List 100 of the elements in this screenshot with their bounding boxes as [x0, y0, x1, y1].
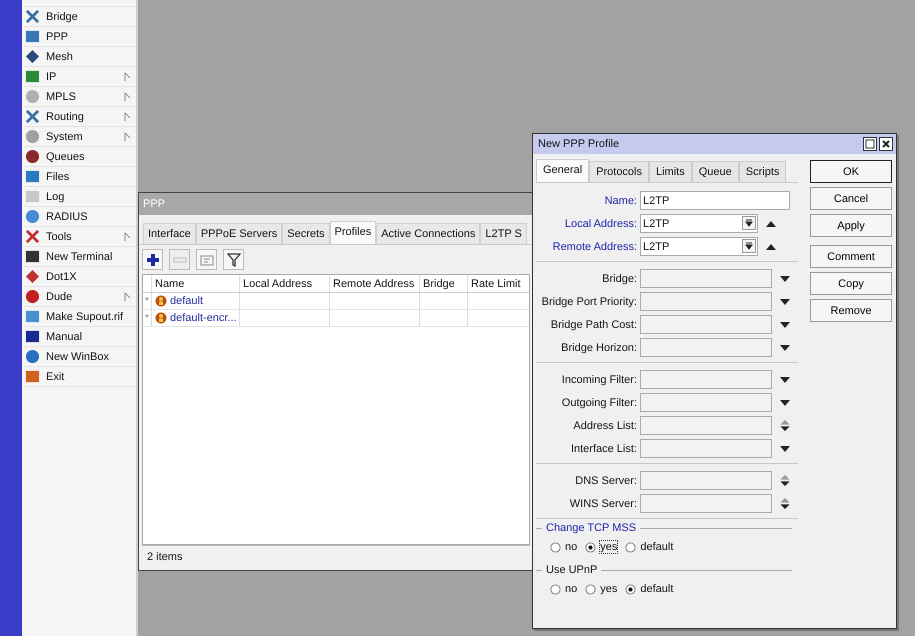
- dialog-button[interactable]: Cancel: [810, 187, 892, 210]
- menu-item[interactable]: Queues: [22, 147, 136, 167]
- up-down-arrow-icon[interactable]: [780, 419, 790, 432]
- column-header[interactable]: Local Address: [240, 275, 330, 292]
- input-field[interactable]: L2TP: [640, 191, 790, 210]
- field-label: Interface List:: [570, 442, 638, 454]
- menu-item[interactable]: System: [22, 127, 136, 147]
- field-label: Outgoing Filter:: [560, 396, 638, 408]
- input-field[interactable]: L2TP: [640, 237, 758, 256]
- radio-button-icon[interactable]: [550, 584, 561, 594]
- radio-option[interactable]: default: [625, 541, 674, 553]
- submenu-arrow-icon: [124, 132, 131, 142]
- menu-item[interactable]: Dude: [22, 287, 136, 307]
- column-header[interactable]: Rate Limit: [468, 275, 531, 292]
- dropdown-icon[interactable]: [742, 239, 756, 253]
- field-label: Local Address:: [564, 218, 638, 230]
- radio-option[interactable]: no: [550, 541, 578, 553]
- field-label: Remote Address:: [552, 240, 638, 252]
- close-icon[interactable]: [879, 137, 893, 151]
- down-arrow-icon[interactable]: [780, 444, 790, 452]
- filter-button[interactable]: [223, 249, 244, 270]
- tab[interactable]: Limits: [649, 161, 692, 182]
- down-arrow-icon[interactable]: [780, 376, 790, 384]
- input-field[interactable]: [640, 494, 772, 513]
- up-down-arrow-icon[interactable]: [780, 497, 790, 510]
- up-arrow-icon[interactable]: [766, 220, 776, 228]
- down-arrow-icon[interactable]: [780, 398, 790, 406]
- tab[interactable]: L2TP S: [480, 223, 527, 244]
- dropdown-field[interactable]: [640, 393, 772, 412]
- radio-button-icon[interactable]: [625, 542, 636, 552]
- down-arrow-icon[interactable]: [780, 320, 790, 328]
- radio-option[interactable]: default: [625, 583, 674, 595]
- note-icon: [200, 252, 214, 266]
- tab[interactable]: Protocols: [589, 161, 649, 182]
- table-cell[interactable]: default: [170, 295, 204, 307]
- dialog-button[interactable]: Comment: [810, 245, 892, 268]
- filter-icon: [226, 252, 240, 266]
- window-title: PPP: [143, 198, 166, 210]
- dropdown-field[interactable]: [640, 439, 772, 458]
- down-arrow-icon[interactable]: [780, 274, 790, 282]
- field-label: Name:: [604, 194, 638, 206]
- status-text: 2 items: [147, 550, 182, 562]
- window-title: New PPP Profile: [538, 138, 620, 150]
- column-header[interactable]: Remote Address: [330, 275, 420, 292]
- tab[interactable]: Scripts: [738, 161, 786, 182]
- asterisk-label: *: [145, 296, 149, 306]
- menu-item[interactable]: Routing: [22, 107, 136, 127]
- field-label: Bridge Port Priority:: [540, 296, 638, 308]
- up-down-arrow-icon[interactable]: [780, 474, 790, 487]
- table-cell[interactable]: default-encr...: [170, 312, 237, 324]
- tab[interactable]: General: [536, 159, 590, 182]
- field-label: DNS Server:: [574, 474, 638, 486]
- up-arrow-icon[interactable]: [766, 242, 776, 250]
- input-field[interactable]: [640, 471, 772, 490]
- dialog-button[interactable]: Copy: [810, 272, 892, 295]
- column-header[interactable]: Bridge: [420, 275, 468, 292]
- input-field[interactable]: [640, 416, 772, 435]
- down-arrow-icon[interactable]: [780, 298, 790, 306]
- menu-item[interactable]: RADIUS: [22, 207, 136, 227]
- radio-button-icon[interactable]: [550, 542, 561, 552]
- tab[interactable]: Interface: [143, 223, 196, 244]
- add-button[interactable]: [142, 249, 163, 270]
- column-header[interactable]: Name: [152, 275, 240, 292]
- tab[interactable]: Queue: [692, 161, 739, 182]
- group-title: Use UPnP: [546, 564, 598, 576]
- maximize-icon[interactable]: [863, 137, 877, 151]
- menu-item[interactable]: Tools: [22, 227, 136, 247]
- dropdown-field[interactable]: [640, 269, 772, 288]
- dropdown-field[interactable]: [640, 370, 772, 389]
- radio-button-icon[interactable]: [585, 542, 596, 552]
- menu-item[interactable]: Mesh: [22, 47, 136, 67]
- radio-option[interactable]: no: [550, 583, 578, 595]
- tab[interactable]: Profiles: [330, 221, 376, 244]
- menu-item[interactable]: New WinBox: [22, 347, 136, 367]
- dialog-button[interactable]: Remove: [810, 299, 892, 322]
- submenu-arrow-icon: [124, 72, 131, 82]
- dropdown-field[interactable]: [640, 315, 772, 334]
- radio-button-icon[interactable]: [625, 584, 636, 594]
- profile-icon: [155, 312, 167, 324]
- radio-option[interactable]: yes: [585, 541, 618, 553]
- menu-item[interactable]: Bridge: [22, 7, 136, 27]
- input-field[interactable]: L2TP: [640, 214, 758, 233]
- dialog-button[interactable]: Apply: [810, 214, 892, 237]
- dropdown-field[interactable]: [640, 338, 772, 357]
- menu-item[interactable]: Dot1X: [22, 267, 136, 287]
- dropdown-icon[interactable]: [742, 216, 756, 230]
- menu-item[interactable]: MPLS: [22, 87, 136, 107]
- down-arrow-icon[interactable]: [780, 344, 790, 352]
- dialog-button[interactable]: OK: [810, 160, 892, 183]
- tab[interactable]: Active Connections: [376, 223, 480, 244]
- field-label: Address List:: [572, 420, 638, 432]
- tab[interactable]: PPPoE Servers: [196, 223, 282, 244]
- plus-icon: [146, 252, 160, 266]
- asterisk-label: *: [145, 312, 149, 324]
- radio-option[interactable]: yes: [585, 583, 618, 595]
- dropdown-field[interactable]: [640, 292, 772, 311]
- comment-button[interactable]: [196, 249, 217, 270]
- radio-button-icon[interactable]: [585, 584, 596, 594]
- tab[interactable]: Secrets: [282, 223, 330, 244]
- field-label: Bridge Horizon:: [560, 342, 638, 354]
